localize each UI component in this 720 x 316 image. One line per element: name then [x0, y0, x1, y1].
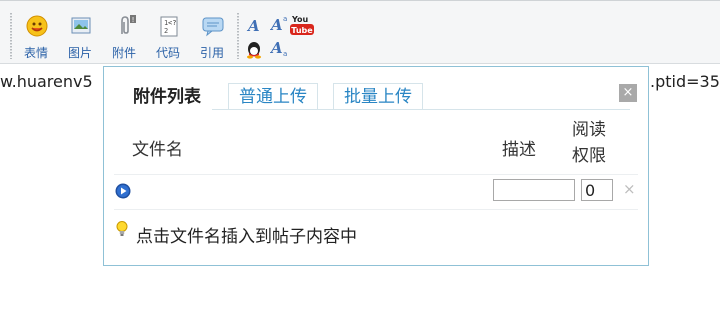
attachment-button[interactable]: ! 附件	[108, 13, 140, 61]
attachment-popup: 附件列表 普通上传 批量上传 × 文件名 描述 阅读 权限 × 点击文件名插入到…	[103, 66, 649, 266]
editor-toolbar: 表情 图片 ! 附件 1 2 <? 代码 引用 A A a You Tube A…	[0, 0, 720, 64]
subscript-font-icon[interactable]: A a	[270, 39, 290, 57]
image-label: 图片	[67, 46, 92, 60]
permission-input[interactable]	[581, 179, 613, 201]
column-header-permission-line1: 阅读	[572, 120, 606, 140]
svg-text:a: a	[283, 50, 287, 57]
code-button[interactable]: 1 2 <? 代码	[152, 13, 184, 61]
column-header-permission-line2: 权限	[572, 146, 606, 166]
row-divider	[114, 209, 638, 210]
youtube-icon[interactable]: You Tube	[290, 14, 314, 36]
smiley-icon	[26, 15, 48, 37]
attachment-label: 附件	[111, 46, 136, 60]
url-text-right: .ptid=35	[650, 72, 720, 91]
toolbar-separator	[237, 13, 239, 59]
svg-text:<?: <?	[168, 19, 176, 27]
svg-text:A: A	[270, 16, 283, 32]
column-header-filename: 文件名	[132, 140, 183, 160]
image-button[interactable]: 图片	[64, 13, 96, 61]
font-icon[interactable]: A	[246, 16, 264, 34]
quote-label: 引用	[199, 46, 224, 60]
insert-hint-text: 点击文件名插入到帖子内容中	[136, 227, 357, 247]
code-icon: 1 2 <?	[160, 16, 178, 37]
popup-close-button[interactable]: ×	[619, 84, 637, 102]
tab-attachment-list[interactable]: 附件列表	[122, 83, 212, 110]
description-input[interactable]	[493, 179, 575, 201]
svg-text:A: A	[270, 39, 283, 57]
youtube-text-top: You	[291, 15, 309, 24]
image-icon	[71, 17, 91, 34]
attachment-tabs: 附件列表 普通上传 批量上传	[122, 83, 630, 110]
toolbar-grip	[10, 13, 12, 59]
svg-text:!: !	[132, 16, 135, 24]
superscript-font-icon[interactable]: A a	[270, 14, 290, 32]
quote-icon	[202, 17, 224, 37]
code-label: 代码	[155, 46, 180, 60]
tab-normal-upload[interactable]: 普通上传	[228, 83, 318, 109]
lightbulb-icon	[116, 221, 128, 236]
delete-attachment-button[interactable]: ×	[623, 180, 636, 198]
tab-batch-upload[interactable]: 批量上传	[333, 83, 423, 109]
svg-text:a: a	[283, 15, 287, 23]
row-divider	[114, 174, 638, 175]
qq-icon[interactable]	[245, 41, 263, 59]
column-header-description: 描述	[502, 140, 536, 160]
smiley-label: 表情	[23, 46, 48, 60]
quote-button[interactable]: 引用	[196, 13, 228, 61]
svg-text:2: 2	[164, 27, 168, 35]
svg-text:A: A	[246, 17, 260, 34]
column-header-permission: 阅读 权限	[572, 117, 612, 169]
youtube-text-bottom: Tube	[291, 26, 313, 35]
smiley-button[interactable]: 表情	[20, 13, 52, 61]
play-icon[interactable]	[115, 183, 131, 199]
url-text-left: w.huarenv5	[0, 72, 93, 91]
paperclip-icon: !	[121, 15, 136, 34]
